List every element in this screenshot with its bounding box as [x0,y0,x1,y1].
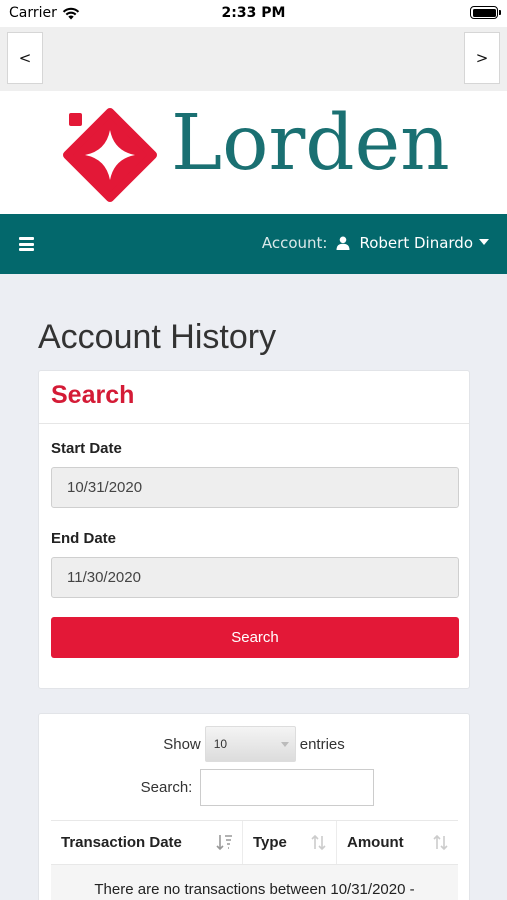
status-bar: Carrier 2:33 PM [0,0,507,27]
column-header-transaction-date[interactable]: Transaction Date [51,821,243,864]
status-time: 2:33 PM [221,5,286,21]
account-menu[interactable]: Account: Robert Dinardo [262,234,489,252]
back-button[interactable]: < [7,32,43,84]
search-card: Search Start Date 10/31/2020 End Date 11… [38,370,470,689]
end-date-label: End Date [51,530,117,547]
forward-button[interactable]: > [464,32,500,84]
entries-length-control: Show 10 entries [39,726,469,762]
browser-nav-bar: < > [0,27,507,91]
show-label: Show [163,735,201,753]
page-title: Account History [38,318,277,356]
account-label: Account: [261,234,328,252]
entries-select[interactable]: 10 [204,726,296,762]
sort-desc-icon [216,835,232,851]
table-search-label: Search: [140,779,193,796]
search-button[interactable]: Search [51,617,459,658]
search-card-header: Search [39,371,469,424]
end-date-input[interactable]: 11/30/2020 [51,557,459,598]
lorden-logo-icon [63,108,157,202]
battery-icon [470,6,501,19]
brand-wordmark: Lorden [171,99,450,188]
user-icon [336,236,350,250]
select-arrow-icon [280,741,289,747]
column-header-label: Type [253,834,287,851]
column-header-amount[interactable]: Amount [337,821,458,864]
transactions-card: Show 10 entries Search: Transaction Date… [38,713,470,900]
table-search: Search: [39,769,469,806]
entries-label: entries [299,735,345,753]
table-search-input[interactable] [200,769,375,806]
start-date-label: Start Date [51,440,122,457]
column-header-label: Transaction Date [61,834,182,851]
sort-icon [311,834,326,851]
top-navigation: Account: Robert Dinardo [0,214,507,274]
search-heading: Search [51,381,135,409]
account-user-name: Robert Dinardo [359,234,473,252]
empty-table-message: There are no transactions between 10/31/… [51,865,458,900]
sort-icon [433,834,448,851]
column-header-label: Amount [347,834,404,851]
logo-header: Lorden [0,91,507,214]
hamburger-icon[interactable] [19,237,34,251]
start-date-input[interactable]: 10/31/2020 [51,467,459,508]
table-header-row: Transaction Date Type Amount [51,820,458,865]
chevron-down-icon [479,238,489,245]
column-header-type[interactable]: Type [243,821,337,864]
entries-select-value: 10 [213,737,228,751]
